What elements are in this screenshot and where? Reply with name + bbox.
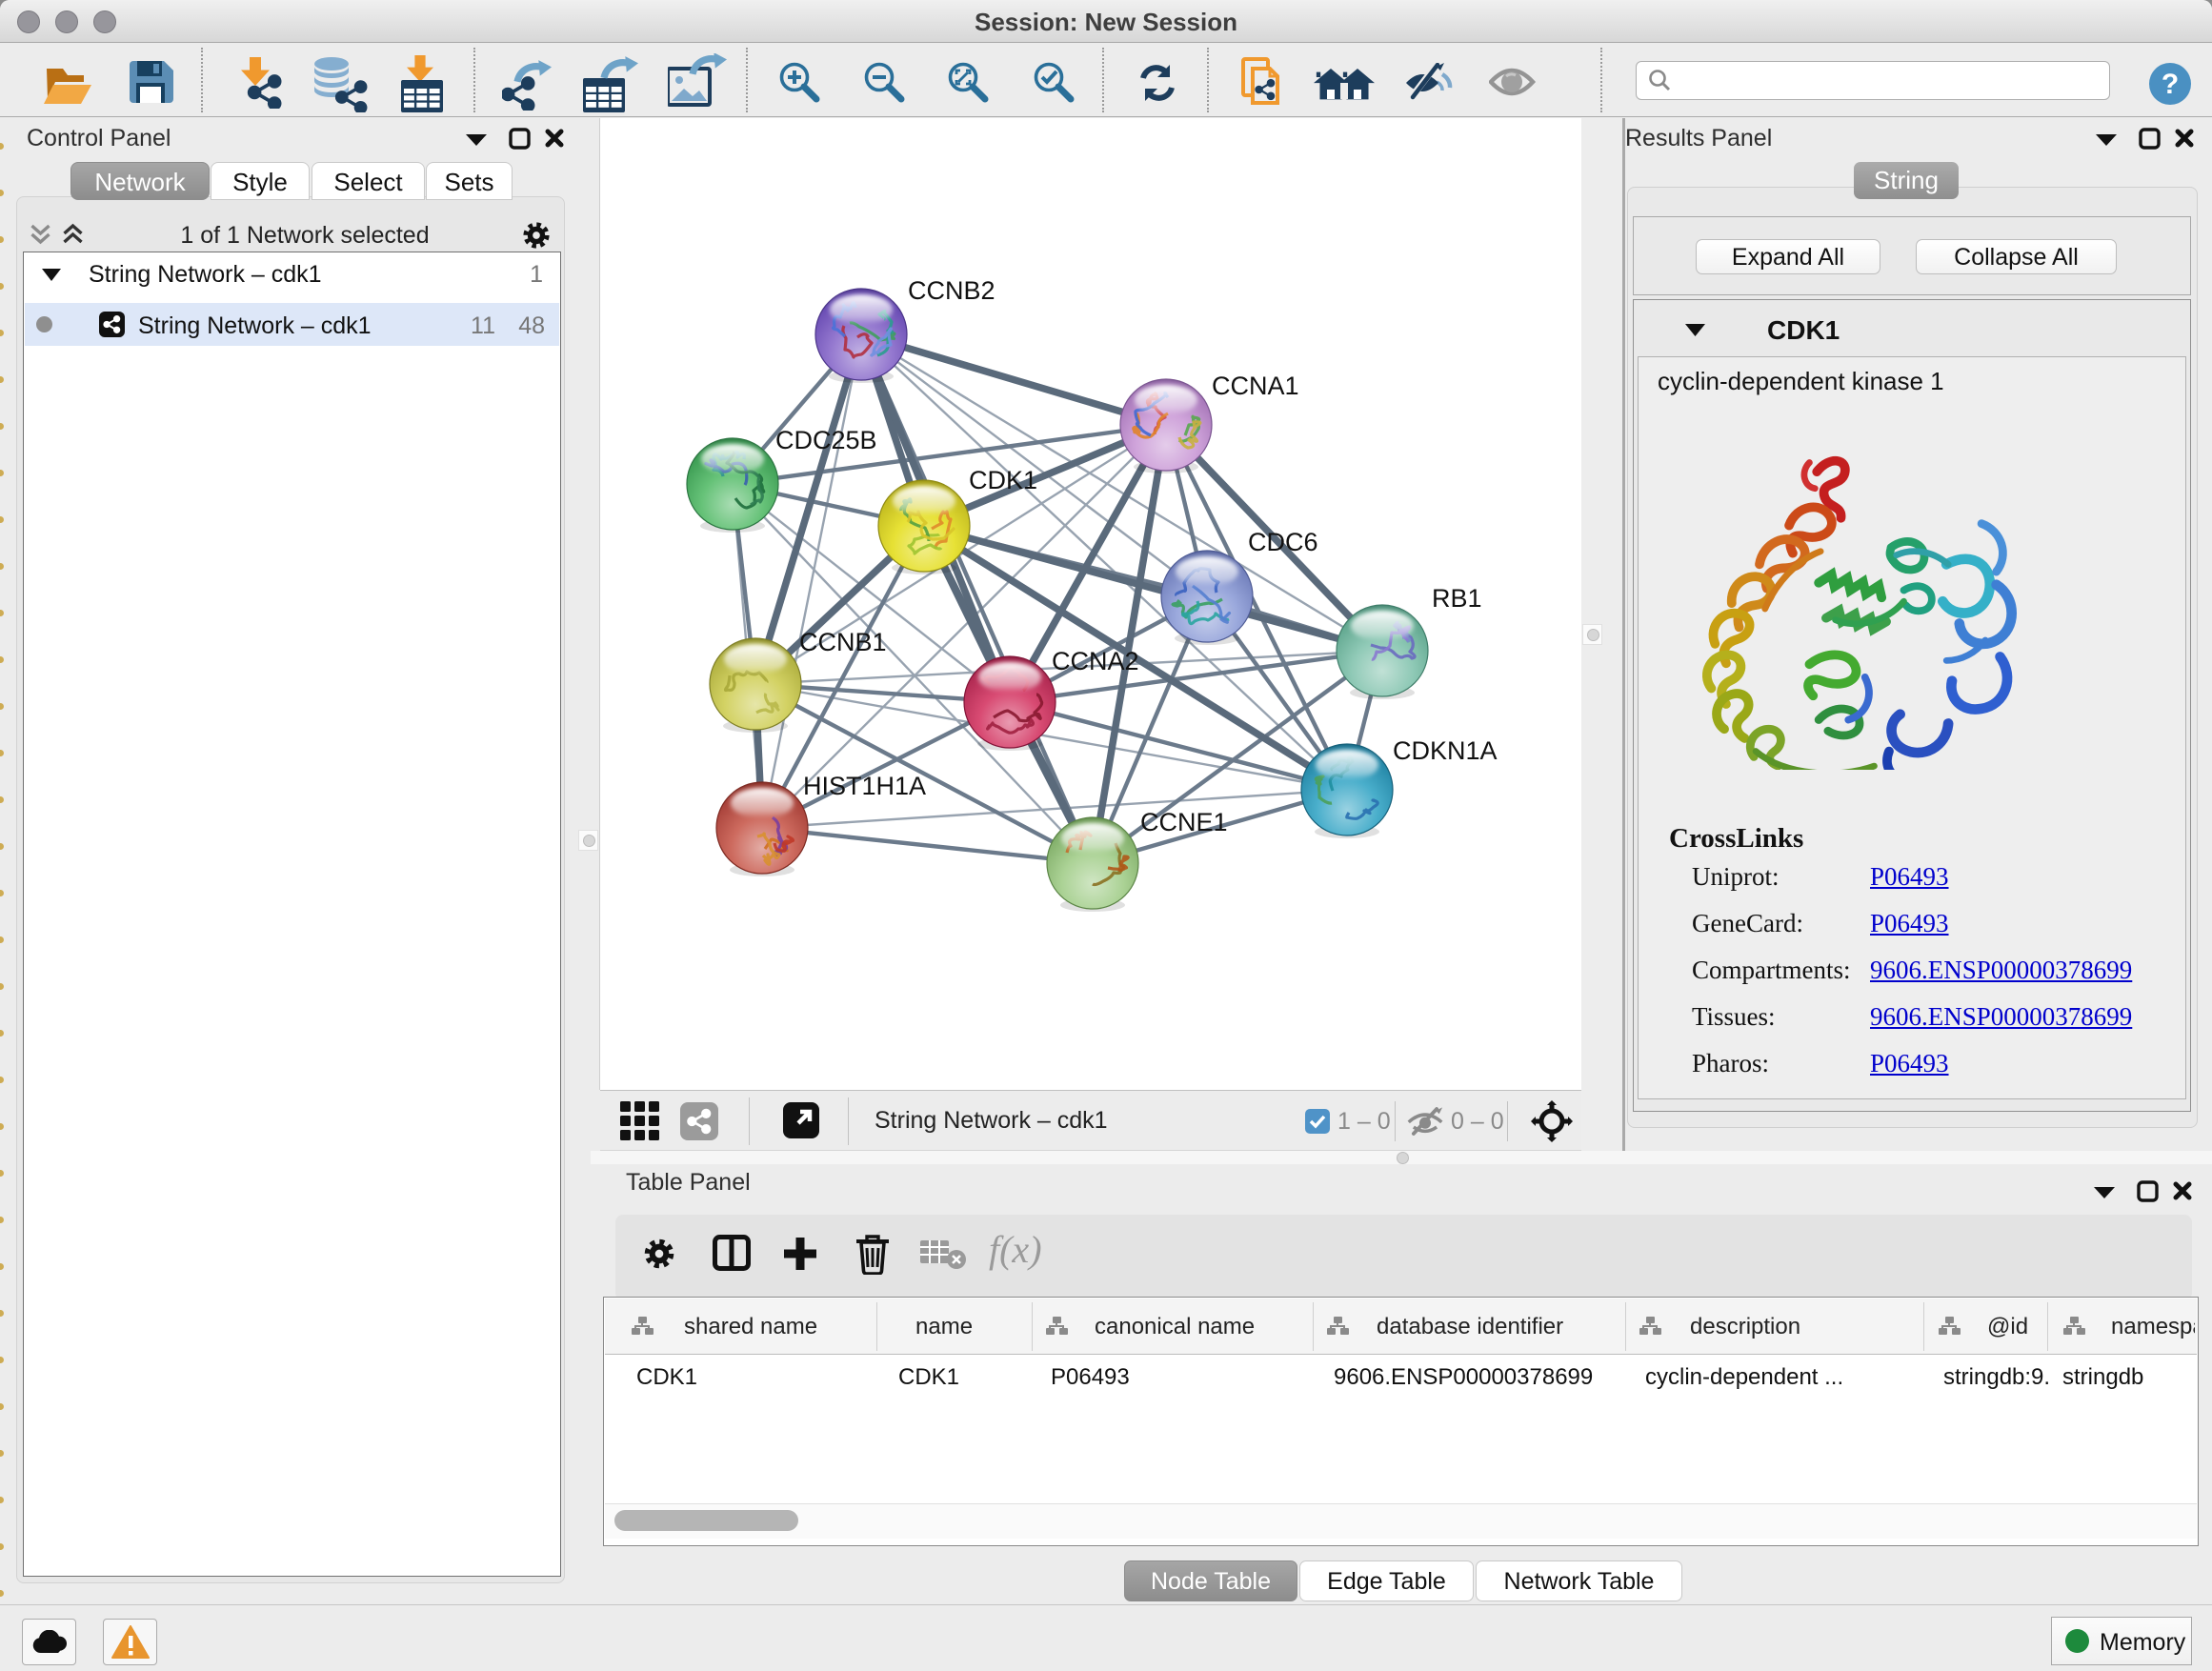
svg-text:CCNA2: CCNA2 [1052,647,1139,675]
svg-text:CDC6: CDC6 [1248,528,1318,556]
svg-text:CCNB1: CCNB1 [799,628,887,656]
svg-text:CCNE1: CCNE1 [1140,808,1228,836]
svg-text:CDK1: CDK1 [969,466,1037,494]
svg-text:CCNA1: CCNA1 [1212,372,1299,400]
svg-text:HIST1H1A: HIST1H1A [803,772,926,800]
svg-text:CCNB2: CCNB2 [908,276,995,305]
svg-text:RB1: RB1 [1432,584,1482,613]
svg-text:?: ? [2162,69,2179,100]
svg-text:CDC25B: CDC25B [775,426,877,454]
svg-text:CDKN1A: CDKN1A [1393,736,1498,765]
